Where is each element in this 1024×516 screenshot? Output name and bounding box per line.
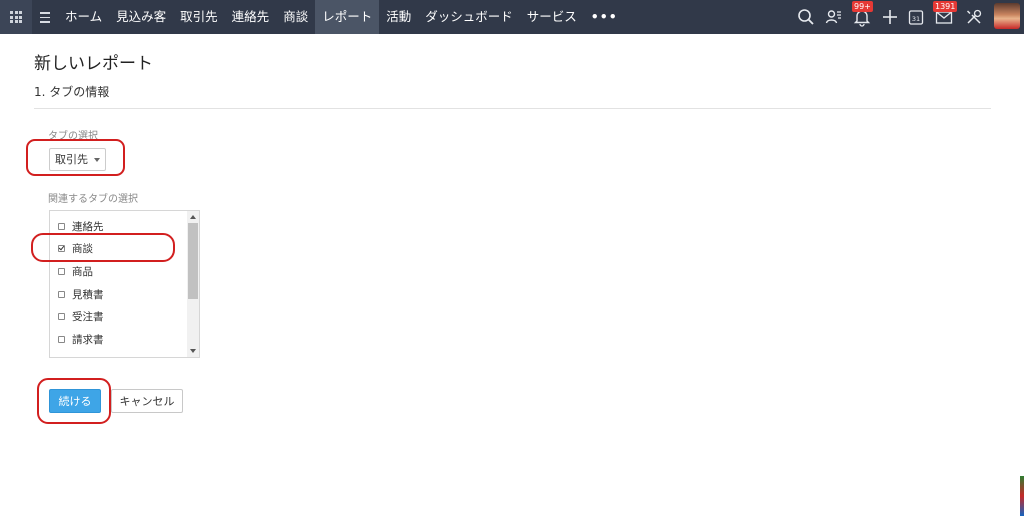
checkbox[interactable]	[58, 290, 65, 298]
top-navigation-bar: ホーム 見込み客 取引先 連絡先 商談 レポート 活動 ダッシュボード サービス…	[0, 0, 1024, 34]
tab-select-label: タブの選択	[48, 131, 98, 142]
tab-accounts[interactable]: 取引先	[173, 0, 225, 34]
calendar-icon[interactable]: 31	[906, 7, 926, 27]
plus-icon[interactable]	[880, 7, 900, 27]
tab-select-dropdown[interactable]: 取引先	[49, 148, 106, 171]
continue-button[interactable]: 続ける	[49, 389, 101, 413]
section-divider	[34, 108, 991, 109]
contacts-icon[interactable]	[824, 7, 844, 27]
notification-badge: 99+	[852, 1, 873, 12]
list-item-label: 請求書	[72, 333, 104, 346]
tab-deals[interactable]: 商談	[276, 0, 315, 34]
app-launcher-button[interactable]	[0, 0, 32, 34]
checkbox-checked[interactable]	[58, 244, 65, 252]
main-tabs: ホーム 見込み客 取引先 連絡先 商談 レポート 活動 ダッシュボード サービス…	[58, 0, 625, 34]
related-tabs-label: 関連するタブの選択	[48, 194, 138, 205]
search-icon[interactable]	[796, 7, 816, 27]
checkbox[interactable]	[58, 335, 65, 343]
avatar[interactable]	[994, 3, 1020, 29]
chevron-down-icon	[94, 158, 100, 162]
scroll-thumb[interactable]	[188, 223, 198, 299]
corner-accent	[1020, 476, 1024, 516]
more-tabs-button[interactable]: •••	[584, 0, 625, 34]
list-item-quotes[interactable]: 見積書	[58, 286, 104, 302]
list-item-label: 商談	[72, 242, 93, 255]
scroll-down-arrow-icon[interactable]	[190, 349, 196, 353]
list-item-label: 連絡先	[72, 220, 104, 233]
tab-select-value: 取引先	[55, 153, 88, 166]
list-item-deals[interactable]: 商談	[58, 240, 93, 256]
related-tabs-list[interactable]: 連絡先 商談 商品 見積書 受注書 請求書	[49, 210, 200, 358]
calendar-day: 31	[912, 15, 920, 23]
page-title: 新しいレポート	[34, 54, 153, 74]
header-actions: 99+ 31 1391	[784, 0, 1024, 34]
list-item-contacts[interactable]: 連絡先	[58, 218, 104, 234]
checkbox[interactable]	[58, 267, 65, 275]
list-item-label: 受注書	[72, 310, 104, 323]
tab-leads[interactable]: 見込み客	[109, 0, 173, 34]
list-item-invoices[interactable]: 請求書	[58, 331, 104, 347]
mail-button[interactable]: 1391	[932, 0, 958, 34]
tools-icon[interactable]	[964, 7, 984, 27]
checkbox[interactable]	[58, 312, 65, 320]
tab-home[interactable]: ホーム	[58, 0, 109, 34]
scroll-up-arrow-icon[interactable]	[190, 215, 196, 219]
tab-contacts[interactable]: 連絡先	[225, 0, 277, 34]
list-scrollbar[interactable]	[187, 211, 199, 357]
cancel-button[interactable]: キャンセル	[111, 389, 183, 413]
tab-activities[interactable]: 活動	[379, 0, 418, 34]
notifications-button[interactable]: 99+	[850, 0, 874, 34]
apps-grid-icon	[10, 11, 22, 23]
list-item-label: 商品	[72, 265, 93, 278]
tab-dashboards[interactable]: ダッシュボード	[418, 0, 520, 34]
section-title: 1. タブの情報	[34, 85, 110, 99]
list-item-sales-orders[interactable]: 受注書	[58, 308, 104, 324]
tab-reports[interactable]: レポート	[315, 0, 380, 34]
tab-services[interactable]: サービス	[520, 0, 584, 34]
mail-badge: 1391	[933, 1, 958, 12]
list-item-products[interactable]: 商品	[58, 263, 93, 279]
hamburger-icon[interactable]	[38, 9, 52, 25]
checkbox[interactable]	[58, 222, 65, 230]
list-item-label: 見積書	[72, 288, 104, 301]
